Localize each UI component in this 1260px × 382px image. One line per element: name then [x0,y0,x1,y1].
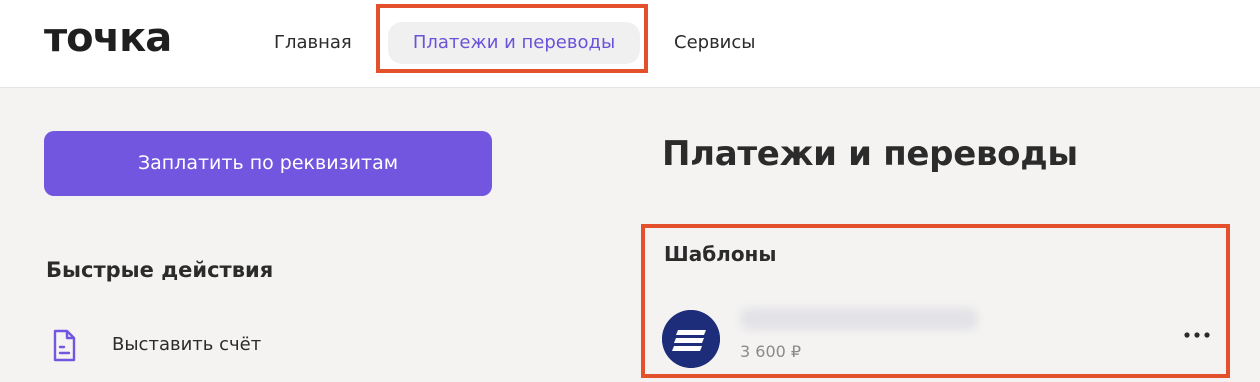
nav-payments[interactable]: Платежи и переводы [388,22,640,64]
template-amount: 3 600 ₽ [740,342,802,361]
nav-services[interactable]: Сервисы [674,22,755,64]
logo[interactable]: точка [44,14,172,62]
top-header: точка Главная Платежи и переводы Сервисы [0,0,1260,88]
page-title: Платежи и переводы [662,134,1078,174]
template-item[interactable]: 3 600 ₽ [660,306,1220,370]
quick-action-label: Выставить счёт [112,334,262,355]
quick-action-invoice[interactable]: Выставить счёт [46,328,466,364]
quick-actions-title: Быстрые действия [46,258,274,282]
bank-logo-icon [662,310,720,368]
templates-title: Шаблоны [664,242,777,266]
document-icon [53,329,76,362]
template-name-blurred [740,308,978,330]
pay-by-details-button[interactable]: Заплатить по реквизитам [44,131,492,196]
nav-home[interactable]: Главная [274,22,352,64]
more-options-icon[interactable] [1182,328,1212,342]
